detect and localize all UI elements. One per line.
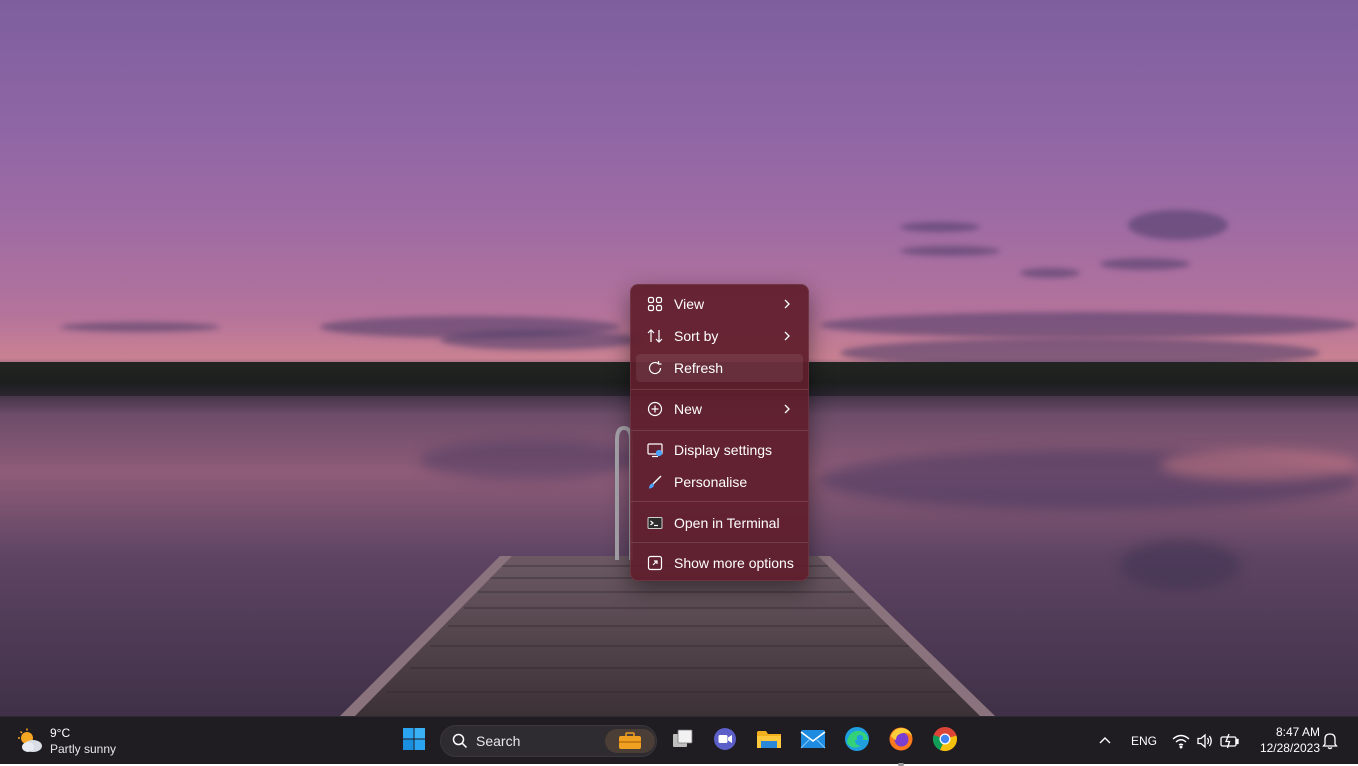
refresh-icon [646, 359, 664, 377]
view-grid-icon [646, 295, 664, 313]
battery-charging-icon [1220, 733, 1240, 754]
search-placeholder: Search [476, 733, 521, 749]
menu-item-label: Refresh [674, 360, 724, 376]
mail-icon [800, 728, 826, 755]
more-options-icon [646, 554, 664, 572]
menu-item-label: View [674, 296, 705, 312]
menu-item-label: Show more options [674, 555, 794, 571]
clock-date: 12/28/2023 [1259, 741, 1320, 755]
edge-icon [844, 726, 870, 757]
menu-separator [631, 542, 808, 543]
menu-item-open-in-terminal[interactable]: Open in Terminal [636, 509, 803, 537]
task-view-icon [670, 727, 694, 756]
show-hidden-icons-chevron-up-icon[interactable] [1098, 734, 1112, 753]
desktop-context-menu: View Sort by Refresh New Display setting… [630, 284, 809, 581]
folder-icon [756, 727, 782, 756]
wifi-icon [1172, 733, 1190, 754]
quick-settings-button[interactable] [1170, 727, 1242, 755]
windows-start-icon [402, 727, 426, 756]
meet-app-button[interactable] [709, 725, 741, 757]
meet-video-icon [713, 727, 737, 756]
task-view-button[interactable] [666, 725, 698, 757]
menu-item-new[interactable]: New [636, 395, 803, 423]
input-language-indicator[interactable]: ENG [1131, 734, 1157, 748]
search-highlight-icon [605, 729, 655, 753]
chevron-right-icon [779, 328, 795, 344]
partly-sunny-icon [16, 728, 44, 754]
menu-item-label: Sort by [674, 328, 719, 344]
menu-separator [631, 430, 808, 431]
menu-item-label: Open in Terminal [674, 515, 780, 531]
menu-item-label: Display settings [674, 442, 773, 458]
mail-button[interactable] [797, 725, 829, 757]
search-icon [452, 733, 468, 754]
menu-item-refresh[interactable]: Refresh [636, 354, 803, 382]
menu-separator [631, 501, 808, 502]
terminal-icon [646, 514, 664, 532]
display-settings-icon [646, 441, 664, 459]
desktop-wallpaper[interactable]: View Sort by Refresh New Display setting… [0, 0, 1358, 716]
sort-icon [646, 327, 664, 345]
weather-description: Partly sunny [50, 742, 117, 756]
menu-separator [631, 389, 808, 390]
menu-item-show-more-options[interactable]: Show more options [636, 549, 803, 577]
weather-widget[interactable]: 9°C Partly sunny [14, 723, 134, 759]
menu-item-label: New [674, 401, 703, 417]
menu-item-personalise[interactable]: Personalise [636, 468, 803, 496]
brush-icon [646, 473, 664, 491]
chrome-icon [932, 726, 958, 757]
chrome-button[interactable] [929, 725, 961, 757]
taskbar: 9°C Partly sunny Search ENG 8:47 AM 12/2… [0, 716, 1358, 766]
menu-item-view[interactable]: View [636, 290, 803, 318]
chevron-right-icon [779, 296, 795, 312]
file-explorer-button[interactable] [753, 725, 785, 757]
weather-temperature: 9°C [50, 726, 71, 740]
chevron-right-icon [779, 401, 795, 417]
firefox-button[interactable] [885, 725, 917, 766]
firefox-icon [888, 726, 914, 757]
menu-item-sort-by[interactable]: Sort by [636, 322, 803, 350]
clock[interactable]: 8:47 AM 12/28/2023 [1250, 723, 1320, 759]
new-plus-icon [646, 400, 664, 418]
taskbar-search-box[interactable]: Search [440, 725, 657, 757]
start-button[interactable] [398, 725, 430, 757]
menu-item-label: Personalise [674, 474, 748, 490]
menu-item-display-settings[interactable]: Display settings [636, 436, 803, 464]
volume-icon [1196, 733, 1214, 754]
edge-button[interactable] [841, 725, 873, 757]
notification-bell-icon[interactable] [1322, 732, 1338, 755]
clock-time: 8:47 AM [1275, 725, 1320, 739]
